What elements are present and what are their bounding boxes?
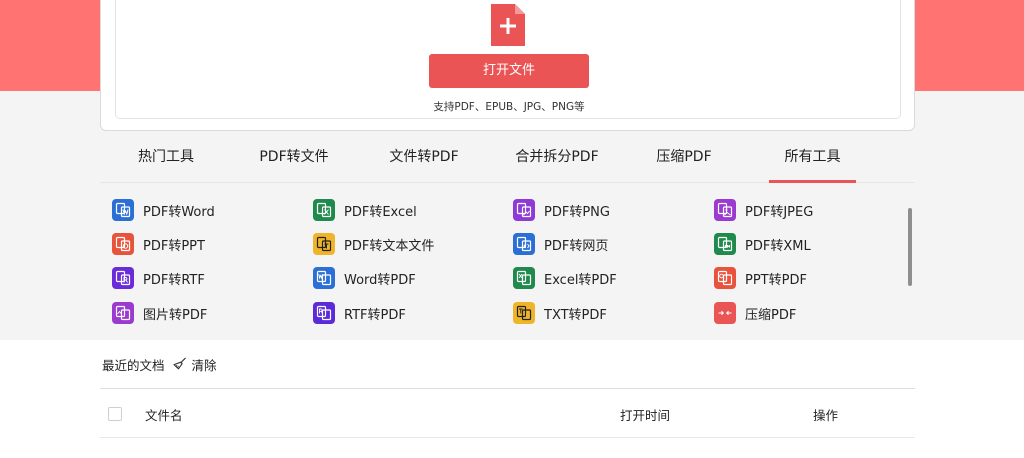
- tool-pdf-to-text[interactable]: PDF转文本文件: [313, 231, 434, 257]
- tab-pdf-to-file[interactable]: PDF转文件: [248, 139, 340, 183]
- tool-pdf-to-png[interactable]: PDF转PNG: [513, 197, 610, 223]
- select-all-checkbox[interactable]: [108, 407, 122, 421]
- tab-label: PDF转文件: [259, 149, 329, 165]
- tool-ppt-to-pdf[interactable]: PPT转PDF: [714, 265, 807, 291]
- tab-underline: [769, 180, 856, 183]
- web-page-icon: [513, 233, 535, 255]
- word-doc-icon: [112, 199, 134, 221]
- tool-label: Excel转PDF: [544, 272, 617, 288]
- tab-label: 压缩PDF: [656, 149, 712, 165]
- tool-label: PDF转RTF: [143, 272, 205, 288]
- tool-label: PDF转文本文件: [344, 238, 435, 254]
- tool-tabs: 热门工具 PDF转文件 文件转PDF 合并拆分PDF 压缩PDF 所有工具: [100, 139, 915, 183]
- upload-card: 打开文件 支持PDF、EPUB、JPG、PNG等: [100, 0, 915, 131]
- tool-excel-to-pdf[interactable]: Excel转PDF: [513, 265, 617, 291]
- excel-doc-icon: [313, 199, 335, 221]
- tool-label: PDF转网页: [544, 238, 609, 254]
- tool-label: PPT转PDF: [745, 272, 807, 288]
- tool-pdf-to-rtf[interactable]: PDF转RTF: [112, 265, 205, 291]
- text-file-icon: [313, 233, 335, 255]
- rtf-to-pdf-icon: [313, 302, 335, 324]
- tool-pdf-to-xml[interactable]: PDF转XML: [714, 231, 811, 257]
- recent-documents-table: 文件名 打开时间 操作: [100, 388, 915, 438]
- clear-recent-button[interactable]: 清除: [172, 355, 217, 374]
- compress-pdf-icon: [714, 302, 736, 324]
- tool-label: PDF转Word: [143, 204, 215, 220]
- tool-label: PDF转PNG: [544, 204, 610, 220]
- tool-label: 图片转PDF: [143, 307, 208, 323]
- recent-documents-title: 最近的文档: [102, 357, 165, 373]
- column-header-filename[interactable]: 文件名: [145, 405, 183, 424]
- supported-formats-text: 支持PDF、EPUB、JPG、PNG等: [433, 101, 585, 113]
- tools-scrollbar[interactable]: [908, 208, 912, 286]
- tool-label: PDF转JPEG: [745, 204, 814, 220]
- file-plus-icon[interactable]: [491, 4, 525, 46]
- tool-label: Word转PDF: [344, 272, 416, 288]
- column-header-open-time[interactable]: 打开时间: [620, 405, 670, 424]
- tool-label: TXT转PDF: [544, 307, 607, 323]
- tool-word-to-pdf[interactable]: Word转PDF: [313, 265, 416, 291]
- tool-label: PDF转XML: [745, 238, 811, 254]
- tab-all-tools[interactable]: 所有工具: [769, 139, 856, 183]
- tab-label: 所有工具: [784, 149, 841, 165]
- tool-image-to-pdf[interactable]: 图片转PDF: [112, 300, 207, 326]
- tool-pdf-to-web[interactable]: PDF转网页: [513, 231, 608, 257]
- tool-pdf-to-ppt[interactable]: PDF转PPT: [112, 231, 205, 257]
- excel-to-pdf-icon: [513, 267, 535, 289]
- column-header-actions: 操作: [813, 408, 839, 423]
- rtf-file-icon: [112, 267, 134, 289]
- tool-pdf-to-excel[interactable]: PDF转Excel: [313, 197, 417, 223]
- tool-label: PDF转PPT: [143, 238, 205, 254]
- txt-to-pdf-icon: [513, 302, 535, 324]
- word-to-pdf-icon: [313, 267, 335, 289]
- tab-label: 文件转PDF: [389, 149, 459, 165]
- upload-drop-zone[interactable]: 打开文件 支持PDF、EPUB、JPG、PNG等: [115, 0, 901, 119]
- tab-compress-pdf[interactable]: 压缩PDF: [638, 139, 730, 183]
- tool-label: RTF转PDF: [344, 307, 406, 323]
- clear-label: 清除: [191, 357, 217, 373]
- tab-file-to-pdf[interactable]: 文件转PDF: [378, 139, 470, 183]
- tool-pdf-to-word[interactable]: PDF转Word: [112, 197, 215, 223]
- ppt-doc-icon: [112, 233, 134, 255]
- jpeg-image-icon: [714, 199, 736, 221]
- tool-label: 压缩PDF: [745, 307, 797, 323]
- ppt-to-pdf-icon: [714, 267, 736, 289]
- tab-hot-tools[interactable]: 热门工具: [120, 139, 212, 183]
- png-image-icon: [513, 199, 535, 221]
- tab-merge-split-pdf[interactable]: 合并拆分PDF: [502, 139, 612, 183]
- tab-label: 热门工具: [138, 149, 194, 165]
- tool-txt-to-pdf[interactable]: TXT转PDF: [513, 300, 607, 326]
- tools-grid: PDF转Word PDF转Excel PDF转PNG PDF转JPEG PDF转…: [100, 192, 915, 332]
- broom-icon: [172, 357, 186, 370]
- xml-file-icon: [714, 233, 736, 255]
- image-to-pdf-icon: [112, 302, 134, 324]
- recent-documents-bar: 最近的文档 清除: [102, 354, 217, 374]
- tool-compress-pdf[interactable]: 压缩PDF: [714, 300, 796, 326]
- open-file-button[interactable]: 打开文件: [429, 54, 589, 88]
- tool-label: PDF转Excel: [344, 204, 417, 220]
- tab-label: 合并拆分PDF: [515, 149, 599, 165]
- tool-pdf-to-jpeg[interactable]: PDF转JPEG: [714, 197, 813, 223]
- tool-rtf-to-pdf[interactable]: RTF转PDF: [313, 300, 406, 326]
